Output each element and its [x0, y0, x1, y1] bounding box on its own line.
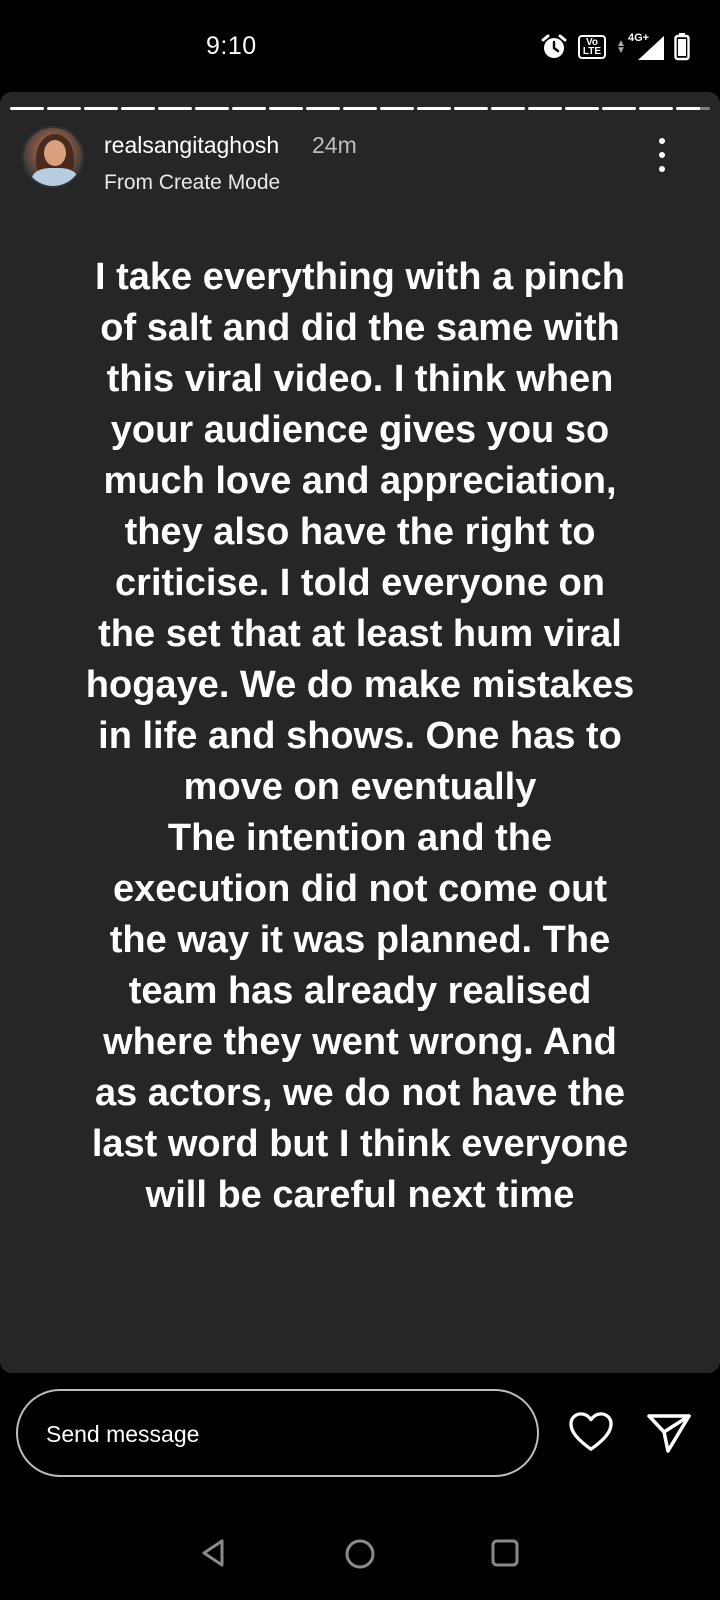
progress-segment: [565, 107, 599, 110]
signal-icon: ▲ ▼ 4G+: [616, 32, 664, 62]
progress-segment: [639, 107, 673, 110]
send-message-input[interactable]: Send message: [16, 1389, 539, 1477]
progress-segment: [84, 107, 118, 110]
progress-segment: [491, 107, 525, 110]
progress-segment: [343, 107, 377, 110]
alarm-icon: [541, 34, 567, 58]
story-subtitle[interactable]: From Create Mode: [104, 171, 280, 195]
status-icons: Vo LTE ▲ ▼ 4G+: [540, 32, 690, 62]
story-time-ago: 24m: [312, 132, 357, 158]
send-direct-icon[interactable]: [646, 1412, 692, 1454]
story-text: I take everything with a pinch of salt a…: [85, 256, 635, 1216]
volte-icon: Vo LTE: [578, 35, 606, 59]
progress-segment: [195, 107, 229, 110]
progress-segment: [47, 107, 81, 110]
recents-icon[interactable]: [491, 1539, 519, 1567]
progress-segment: [158, 107, 192, 110]
battery-icon: [674, 33, 690, 61]
data-arrows-icon: ▲ ▼: [616, 38, 626, 56]
progress-segment: [269, 107, 303, 110]
story-screen: 9:10 Vo LTE ▲ ▼ 4G+ realsangitaghosh 24m…: [0, 0, 720, 1600]
progress-segment: [676, 107, 710, 110]
progress-segment: [602, 107, 636, 110]
progress-segment: [380, 107, 414, 110]
send-message-placeholder: Send message: [46, 1421, 200, 1447]
story-progress-bar: [10, 107, 710, 110]
story-username[interactable]: realsangitaghosh: [104, 132, 279, 159]
progress-segment: [528, 107, 562, 110]
like-heart-icon[interactable]: [568, 1411, 614, 1453]
status-time: 9:10: [206, 32, 257, 60]
back-icon[interactable]: [200, 1538, 226, 1568]
progress-segment: [232, 107, 266, 110]
more-options-icon[interactable]: [650, 138, 674, 172]
progress-segment: [417, 107, 451, 110]
progress-segment: [121, 107, 155, 110]
progress-segment: [306, 107, 340, 110]
status-bar: 9:10 Vo LTE ▲ ▼ 4G+: [0, 0, 720, 92]
avatar[interactable]: [22, 126, 84, 188]
home-icon[interactable]: [344, 1538, 376, 1570]
story-content[interactable]: realsangitaghosh 24m From Create Mode I …: [0, 92, 720, 1373]
progress-segment: [10, 107, 44, 110]
progress-segment: [454, 107, 488, 110]
